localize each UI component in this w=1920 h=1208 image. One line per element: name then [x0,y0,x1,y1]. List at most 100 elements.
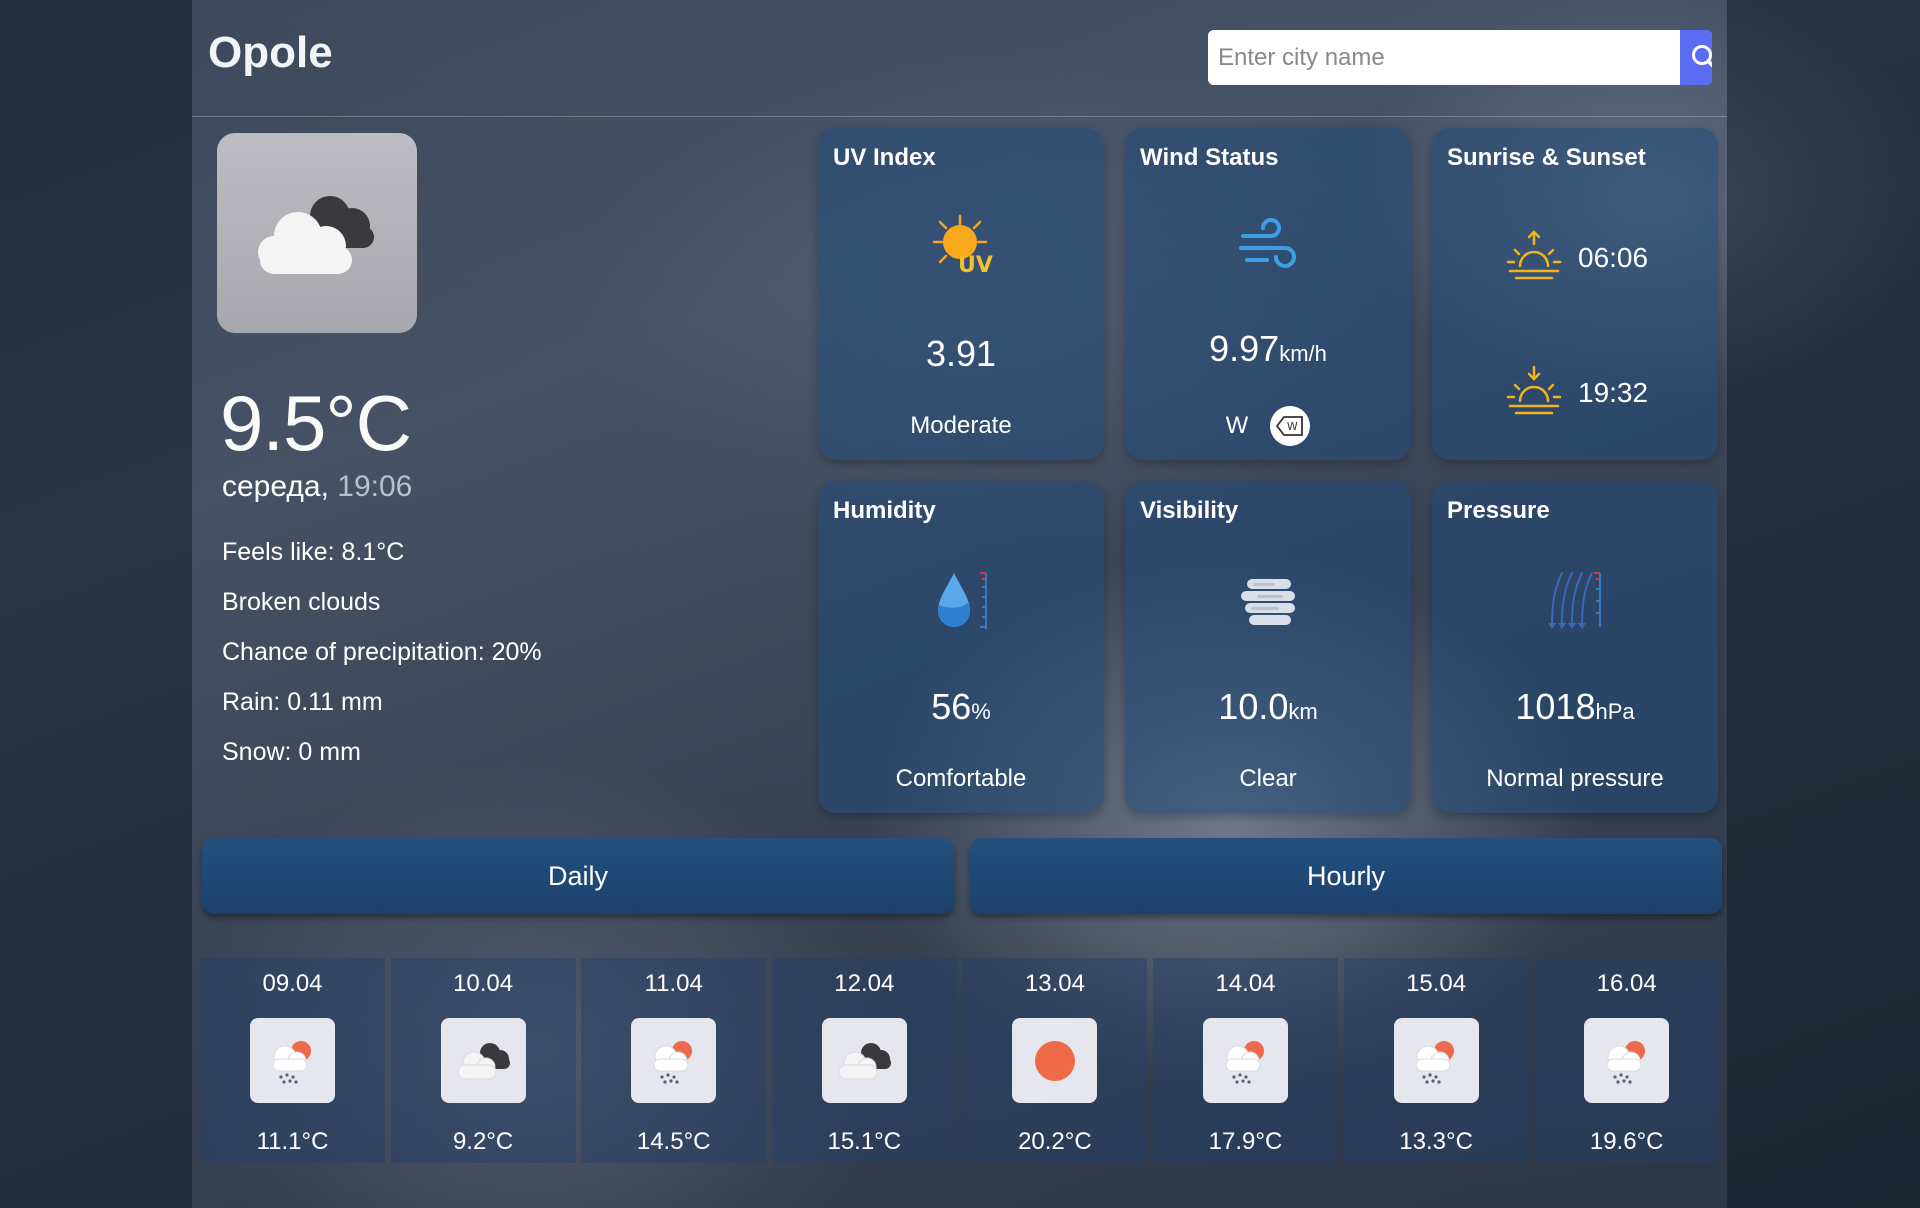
visibility-card: Visibility 10.0km Clear [1125,481,1411,813]
search-icon [1691,44,1712,68]
sunset-icon [1506,365,1562,415]
search-button[interactable] [1680,30,1712,85]
wind-direction-badge: W [1286,419,1298,433]
pressure-unit: hPa [1595,699,1635,724]
uv-index-title: UV Index [833,144,936,171]
wind-speed-unit: km/h [1279,341,1327,366]
fog-icon [1241,579,1295,625]
current-time: 19:06 [337,470,413,503]
wind-icon [1239,218,1296,268]
broken-clouds-icon [829,1033,899,1089]
forecast-day-card: 16.04 19.6°C [1534,958,1720,1163]
forecast-temperature: 9.2°C [452,1128,514,1155]
rain-icon [1595,1029,1659,1093]
forecast-date: 14.04 [1215,970,1276,997]
wind-status-title: Wind Status [1140,144,1279,171]
humidity-level: Comfortable [895,765,1027,792]
sunrise-time: 06:06 [1578,242,1649,273]
header: Opole [192,0,1727,117]
forecast-day-card: 12.04 15.1°C [771,958,957,1163]
current-temperature: 9.5°C [220,379,412,467]
forecast-temperature: 17.9°C [1208,1128,1283,1155]
precipitation-chance: Chance of precipitation: 20% [222,638,542,666]
broken-clouds-icon [448,1033,518,1089]
current-day-time: середа, 19:06 [222,470,412,504]
forecast-date: 12.04 [834,970,895,997]
forecast-icon-box [631,1018,717,1103]
humidity-value: 56% [818,686,1104,728]
forecast-day-card: 13.04 20.2°C [962,958,1148,1163]
tab-daily[interactable]: Daily [202,838,954,914]
forecast-icon-box [1393,1018,1479,1103]
forecast-icon-box [1203,1018,1288,1103]
pressure-number: 1018 [1515,686,1596,727]
sunrise-icon [1506,230,1562,280]
forecast-icon-box [821,1018,907,1103]
forecast-date: 13.04 [1024,970,1085,997]
forecast-temperature: 14.5°C [636,1128,711,1155]
forecast-temperature: 13.3°C [1399,1128,1473,1155]
pressure-card: Pressure 1018hPa Normal pressure [1432,481,1718,813]
humidity-title: Humidity [833,497,936,524]
visibility-value: 10.0km [1125,686,1411,728]
snow-amount: Snow: 0 mm [222,738,361,766]
forecast-day-card: 11.04 14.5°C [581,958,767,1163]
forecast-icon-box [250,1018,335,1103]
forecast-temperature: 15.1°C [827,1128,902,1155]
svg-text:UV: UV [958,253,993,278]
rain-icon [1404,1029,1468,1093]
wind-status-card: Wind Status 9.97km/h W W [1125,128,1411,460]
feels-like-text: Feels like: 8.1°C [222,538,405,566]
sunset-time: 19:32 [1578,377,1649,408]
rain-icon [261,1029,325,1093]
visibility-level: Clear [1239,765,1297,792]
right-backdrop [1727,0,1920,1208]
forecast-day-card: 09.04 11.1°C [200,958,385,1163]
city-title: Opole [208,28,333,77]
uv-index-value: 3.91 [925,333,997,374]
pressure-level: Normal pressure [1486,765,1664,792]
forecast-day-card: 15.04 13.3°C [1343,958,1529,1163]
rain-amount: Rain: 0.11 mm [222,688,383,716]
weather-app: Opole 9.5°C середа, 19:06 [192,0,1727,1208]
search-bar [1208,30,1712,85]
forecast-date: 15.04 [1406,970,1467,997]
uv-index-card: UV Index UV 3.91 Moderate [818,128,1104,460]
weather-description: Broken clouds [222,588,381,616]
wind-speed-number: 9.97 [1209,328,1280,369]
tab-hourly[interactable]: Hourly [970,838,1722,914]
visibility-number: 10.0 [1218,686,1289,727]
city-search-input[interactable] [1208,30,1648,85]
forecast-icon-box [440,1018,526,1103]
uv-index-level: Moderate [910,412,1012,439]
weekday-label: середа, [222,470,329,503]
forecast-temperature: 20.2°C [1018,1128,1092,1155]
wind-direction-compass-icon: W [1270,406,1311,446]
forecast-date: 16.04 [1596,970,1657,997]
pressure-value: 1018hPa [1432,686,1718,728]
current-weather-icon-box [217,133,417,333]
forecast-date: 10.04 [453,970,514,997]
forecast-day-card: 14.04 17.9°C [1153,958,1338,1163]
visibility-title: Visibility [1140,497,1239,524]
pressure-title: Pressure [1447,497,1550,524]
humidity-icon [938,572,987,629]
sunrise-sunset-card: Sunrise & Sunset 06:06 19:32 [1432,128,1718,460]
sunrise-sunset-title: Sunrise & Sunset [1447,144,1646,171]
clear-sky-icon [1025,1031,1085,1091]
forecast-icon-box [1584,1018,1670,1103]
pressure-icon [1548,572,1601,629]
forecast-date: 09.04 [262,970,323,997]
humidity-unit: % [971,699,991,724]
forecast-temperature: 19.6°C [1589,1128,1664,1155]
left-backdrop [0,0,192,1208]
wind-direction-text: W [1225,412,1249,439]
humidity-number: 56 [931,686,972,727]
broken-clouds-icon [258,196,374,274]
forecast-icon-box [1012,1018,1098,1103]
rain-icon [1214,1029,1278,1093]
wind-speed-value: 9.97km/h [1125,328,1411,370]
forecast-day-card: 10.04 9.2°C [390,958,576,1163]
humidity-card: Humidity 56% Comfortable [818,481,1104,813]
rain-icon [642,1029,706,1093]
